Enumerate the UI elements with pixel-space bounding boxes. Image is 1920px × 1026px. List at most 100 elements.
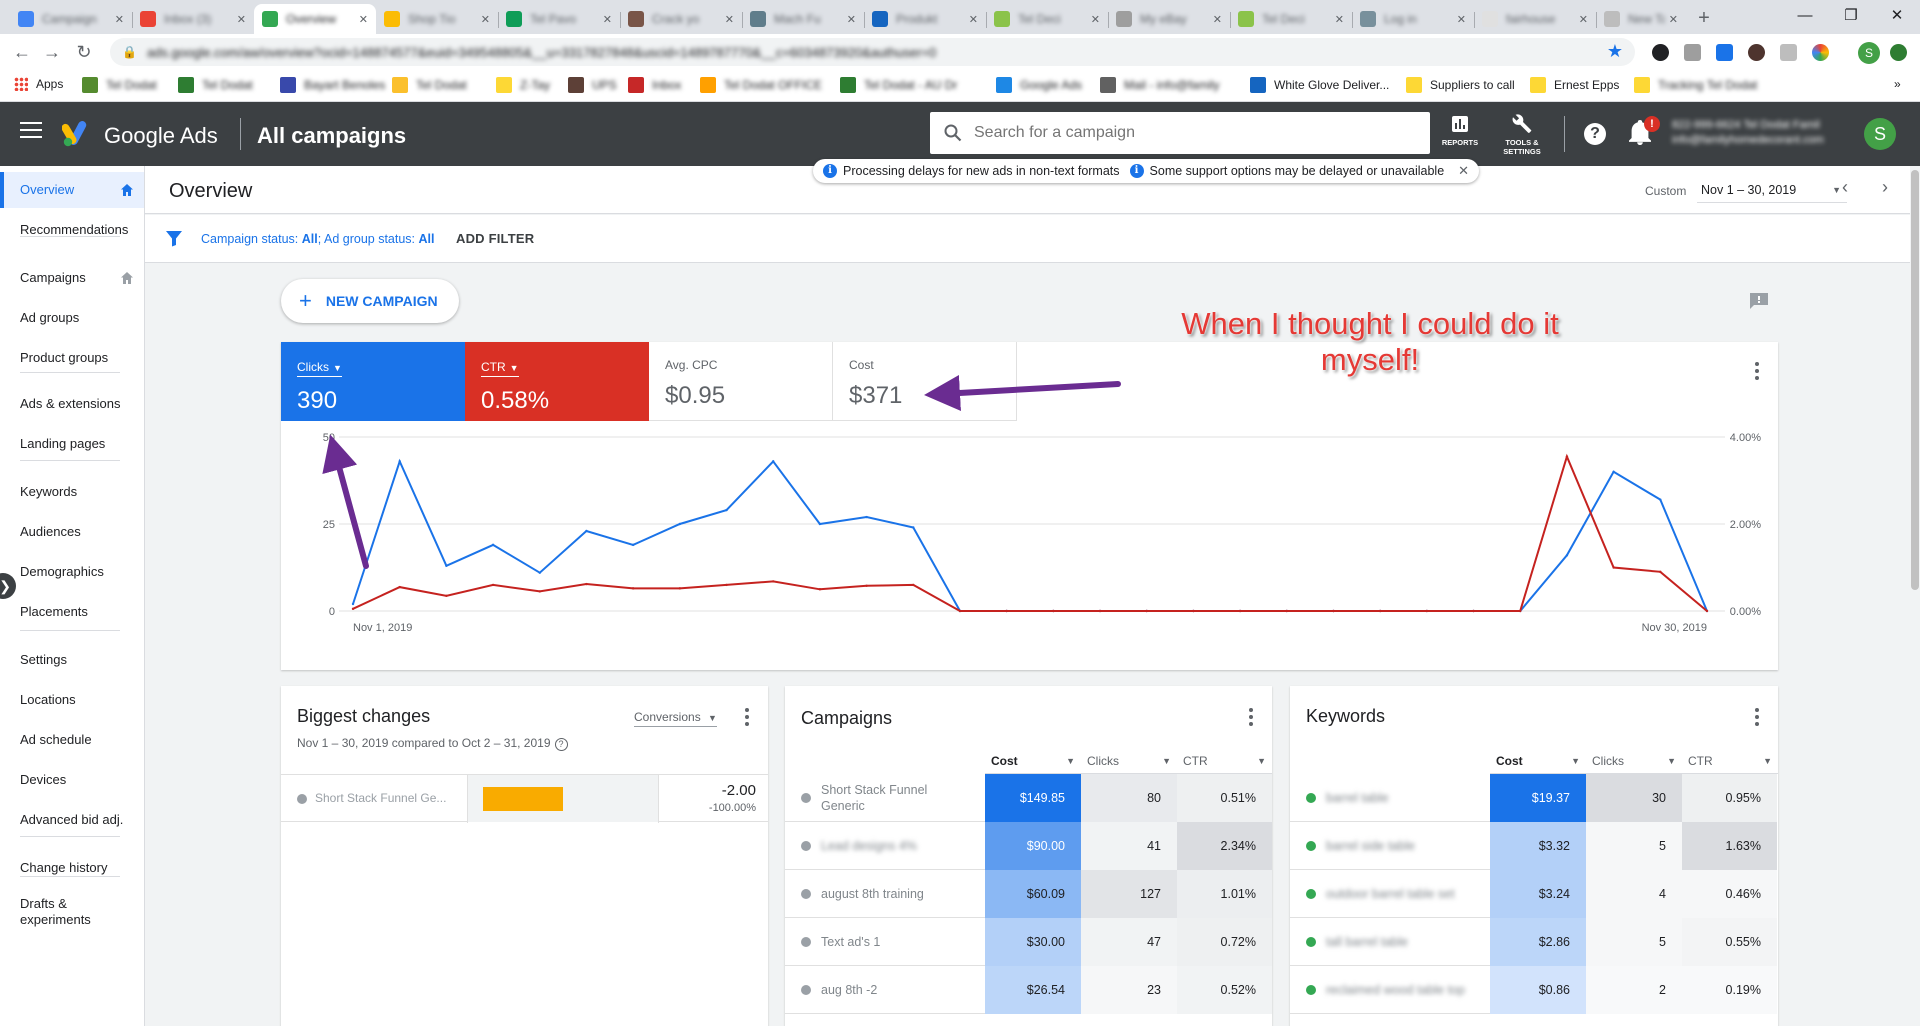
tools-settings-button[interactable]: TOOLS & SETTINGS bbox=[1492, 112, 1552, 156]
row-name[interactable]: reclaimed wood table top bbox=[1326, 982, 1476, 998]
table-row[interactable]: august 8th training $60.09 127 1.01% bbox=[785, 870, 1272, 918]
url-field[interactable]: 🔒 ads.google.com/aw/overview?ocid=148874… bbox=[110, 38, 1635, 66]
add-filter-button[interactable]: ADD FILTER bbox=[456, 231, 534, 246]
more-vert-icon[interactable] bbox=[1749, 362, 1765, 386]
browser-tab[interactable]: fairhouse ✕ bbox=[1474, 4, 1596, 34]
back-icon[interactable]: ← bbox=[10, 40, 34, 64]
metric-tile-avg-cpc[interactable]: Avg. CPC $0.95 bbox=[649, 342, 833, 421]
page-scrollbar-thumb[interactable] bbox=[1911, 170, 1919, 590]
bookmark-item[interactable]: Tel Dodat bbox=[392, 77, 467, 93]
account-info[interactable]: 822-999-6624 Tel Dodat Famil info@family… bbox=[1672, 118, 1824, 148]
sidebar-item-overview[interactable]: Overview bbox=[0, 172, 144, 208]
table-row[interactable]: barrel table $19.37 30 0.95% bbox=[1290, 774, 1777, 822]
browser-tab[interactable]: Crack yo ✕ bbox=[620, 4, 742, 34]
row-name[interactable]: barrel side table bbox=[1326, 838, 1476, 854]
row-name[interactable]: Lead designs 4% bbox=[821, 838, 971, 854]
sidebar-item-ads-extensions[interactable]: Ads & extensions bbox=[0, 386, 144, 422]
more-bookmarks-icon[interactable]: » bbox=[1894, 77, 1901, 91]
close-icon[interactable]: ✕ bbox=[1458, 163, 1469, 179]
row-name[interactable]: outdoor barrel table set bbox=[1326, 886, 1476, 902]
bookmark-item[interactable]: Bayart Benoles bbox=[280, 77, 385, 93]
bookmark-item[interactable]: Google Ads bbox=[996, 77, 1082, 93]
tab-close-icon[interactable]: ✕ bbox=[359, 13, 368, 26]
browser-tab[interactable]: Tel Deci ✕ bbox=[1230, 4, 1352, 34]
browser-tab[interactable]: Tel Deci ✕ bbox=[986, 4, 1108, 34]
tab-close-icon[interactable]: ✕ bbox=[1213, 13, 1222, 26]
sidebar-item-devices[interactable]: Devices bbox=[0, 762, 144, 798]
tab-close-icon[interactable]: ✕ bbox=[603, 13, 612, 26]
help-circle-icon[interactable]: ? bbox=[554, 738, 568, 751]
bookmark-item[interactable]: Mail - info@family bbox=[1100, 77, 1220, 93]
table-row[interactable]: Text ad's 1 $30.00 47 0.72% bbox=[785, 918, 1272, 966]
apps-button[interactable]: Apps bbox=[14, 77, 63, 91]
metric-tile-cost[interactable]: Cost $371 bbox=[833, 342, 1017, 421]
column-clicks[interactable]: Clicks ▼ bbox=[1586, 748, 1682, 774]
more-vert-icon[interactable] bbox=[1246, 708, 1256, 732]
table-row[interactable]: aug 8th -2 $26.54 23 0.52% bbox=[785, 966, 1272, 1014]
sidebar-item-keywords[interactable]: Keywords bbox=[0, 474, 144, 510]
new-tab-button[interactable]: + bbox=[1692, 7, 1716, 30]
extension-picture-icon[interactable] bbox=[1684, 44, 1701, 61]
filter-icon[interactable] bbox=[165, 229, 183, 247]
sidebar-item-drafts-experiments[interactable]: Drafts & experiments bbox=[0, 890, 144, 934]
metric-tile-ctr[interactable]: CTR ▼ 0.58% bbox=[465, 342, 649, 421]
table-row[interactable]: outdoor barrel table set $3.24 4 0.46% bbox=[1290, 870, 1777, 918]
browser-profile-avatar[interactable]: S bbox=[1858, 42, 1880, 64]
column-ctr[interactable]: CTR ▼ bbox=[1682, 748, 1778, 774]
table-row[interactable]: Short Stack Funnel Generic $149.85 80 0.51% bbox=[785, 774, 1272, 822]
sidebar-item-ad-groups[interactable]: Ad groups bbox=[0, 300, 144, 336]
next-period-icon[interactable]: › bbox=[1882, 177, 1888, 198]
sidebar-item-settings[interactable]: Settings bbox=[0, 642, 144, 678]
tab-close-icon[interactable]: ✕ bbox=[237, 13, 246, 26]
browser-tab[interactable]: My eBay ✕ bbox=[1108, 4, 1230, 34]
sidebar-item-recommendations[interactable]: Recommendations bbox=[0, 212, 144, 248]
row-name[interactable]: Short Stack Funnel Generic bbox=[821, 782, 971, 814]
campaign-name[interactable]: Short Stack Funnel Ge... bbox=[315, 791, 465, 805]
extension-k-icon[interactable] bbox=[1748, 44, 1765, 61]
browser-tab[interactable]: Shop Tio ✕ bbox=[376, 4, 498, 34]
sidebar-item-advanced-bid-adj[interactable]: Advanced bid adj. bbox=[0, 802, 144, 838]
more-vert-icon[interactable] bbox=[742, 708, 752, 732]
avatar[interactable]: S bbox=[1864, 118, 1896, 150]
row-name[interactable]: august 8th training bbox=[821, 886, 971, 902]
browser-tab[interactable]: Mach Fu ✕ bbox=[742, 4, 864, 34]
sidebar-item-change-history[interactable]: Change history bbox=[0, 850, 144, 886]
close-window-icon[interactable]: ✕ bbox=[1874, 2, 1920, 30]
browser-tab[interactable]: Inbox (3) ✕ bbox=[132, 4, 254, 34]
extension-drive-icon[interactable] bbox=[1652, 44, 1669, 61]
table-row[interactable]: tall barrel table $2.86 5 0.55% bbox=[1290, 918, 1777, 966]
bookmark-star-icon[interactable]: ★ bbox=[1607, 41, 1623, 62]
tab-close-icon[interactable]: ✕ bbox=[115, 13, 124, 26]
table-row[interactable]: reclaimed wood table top $0.86 2 0.19% bbox=[1290, 966, 1777, 1014]
date-range-picker[interactable]: Nov 1 – 30, 2019 ▼ bbox=[1697, 177, 1847, 203]
forward-icon[interactable]: → bbox=[40, 40, 64, 64]
browser-tab[interactable]: Campaign ✕ bbox=[10, 4, 132, 34]
new-campaign-button[interactable]: + NEW CAMPAIGN bbox=[281, 279, 459, 323]
extension-card-icon[interactable] bbox=[1716, 44, 1733, 61]
tab-close-icon[interactable]: ✕ bbox=[1091, 13, 1100, 26]
table-row[interactable]: Lead designs 4% $90.00 41 2.34% bbox=[785, 822, 1272, 870]
column-ctr[interactable]: CTR ▼ bbox=[1177, 748, 1272, 774]
sidebar-item-placements[interactable]: Placements bbox=[0, 594, 144, 630]
row-name[interactable]: Text ad's 1 bbox=[821, 934, 971, 950]
search-input[interactable] bbox=[974, 124, 1414, 142]
bookmark-item[interactable]: Tel Dodat bbox=[82, 77, 157, 93]
help-icon[interactable]: ? bbox=[1584, 123, 1606, 145]
reports-button[interactable]: REPORTS bbox=[1430, 112, 1490, 147]
tab-close-icon[interactable]: ✕ bbox=[725, 13, 734, 26]
tab-close-icon[interactable]: ✕ bbox=[969, 13, 978, 26]
campaign-search[interactable] bbox=[930, 112, 1430, 154]
browser-tab[interactable]: New Tab ✕ bbox=[1596, 4, 1686, 34]
extension-color-icon[interactable] bbox=[1812, 44, 1829, 61]
extension-update-icon[interactable] bbox=[1890, 44, 1907, 61]
bookmark-item[interactable]: Tel Dodat - AU Dr bbox=[840, 77, 957, 93]
table-row[interactable]: barrel side table $3.32 5 1.63% bbox=[1290, 822, 1777, 870]
sidebar-item-product-groups[interactable]: Product groups bbox=[0, 340, 144, 376]
sidebar-item-locations[interactable]: Locations bbox=[0, 682, 144, 718]
bookmark-item[interactable]: White Glove Deliver... bbox=[1250, 77, 1389, 93]
table-row[interactable]: Short Stack Funnel Ge... -2.00 -100.00% bbox=[281, 774, 768, 823]
sidebar-item-ad-schedule[interactable]: Ad schedule bbox=[0, 722, 144, 758]
browser-tab[interactable]: Overview ✕ bbox=[254, 4, 376, 34]
bookmark-item[interactable]: UPS bbox=[568, 77, 617, 93]
column-cost[interactable]: Cost ▼ bbox=[985, 748, 1081, 774]
